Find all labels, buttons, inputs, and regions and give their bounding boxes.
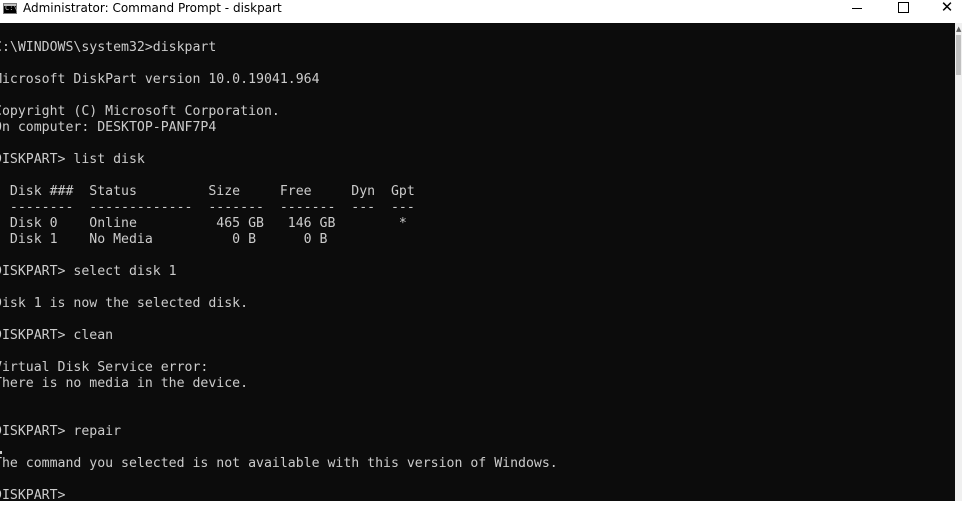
- console-line: On computer: DESKTOP-PANF7P4: [0, 120, 217, 135]
- text-cursor: [0, 451, 2, 454]
- console-line: Disk ### Status Size Free Dyn Gpt: [0, 184, 415, 199]
- command-prompt-window: C:\ Administrator: Command Prompt - disk…: [0, 0, 962, 510]
- scroll-up-arrow-icon[interactable]: ▲: [956, 25, 961, 33]
- console-line: There is no media in the device.: [0, 376, 249, 391]
- console-line: Disk 0 Online 465 GB 146 GB *: [0, 216, 407, 231]
- scroll-thumb[interactable]: [956, 35, 961, 75]
- window-bottom-edge: [0, 501, 962, 510]
- close-icon: ✕: [940, 0, 954, 16]
- console-line: Virtual Disk Service error:: [0, 360, 209, 375]
- vertical-scrollbar[interactable]: ▲: [955, 23, 962, 501]
- console-line: DISKPART> repair: [0, 424, 122, 439]
- console-line: Disk 1 No Media 0 B 0 B: [0, 232, 328, 247]
- console-line: The command you selected is not availabl…: [0, 456, 558, 471]
- console-line: DISKPART> list disk: [0, 152, 145, 167]
- minimize-button[interactable]: [834, 0, 880, 23]
- console-line: C:\WINDOWS\system32>diskpart: [0, 40, 217, 55]
- console-line: DISKPART> select disk 1: [0, 264, 177, 279]
- minimize-icon: [852, 8, 862, 9]
- console-line: DISKPART>: [0, 488, 66, 501]
- title-bar[interactable]: C:\ Administrator: Command Prompt - disk…: [0, 0, 962, 23]
- console-line: Copyright (C) Microsoft Corporation.: [0, 104, 280, 119]
- console-line: Microsoft DiskPart version 10.0.19041.96…: [0, 72, 320, 87]
- maximize-icon: [897, 2, 909, 13]
- maximize-button[interactable]: [880, 0, 926, 23]
- console-lines: C:\WINDOWS\system32>diskpart Microsoft Di…: [0, 40, 558, 501]
- console-line: Disk 1 is now the selected disk.: [0, 296, 249, 311]
- console-output[interactable]: C:\WINDOWS\system32>diskpart Microsoft Di…: [0, 23, 955, 501]
- icon-glyph: C:\: [5, 4, 18, 12]
- console-line: -------- ------------- ------- ------- -…: [0, 200, 415, 215]
- console-line: DISKPART> clean: [0, 328, 114, 343]
- command-prompt-icon[interactable]: C:\: [3, 3, 18, 14]
- close-button[interactable]: ✕: [924, 0, 962, 23]
- window-title: Administrator: Command Prompt - diskpart: [23, 1, 282, 15]
